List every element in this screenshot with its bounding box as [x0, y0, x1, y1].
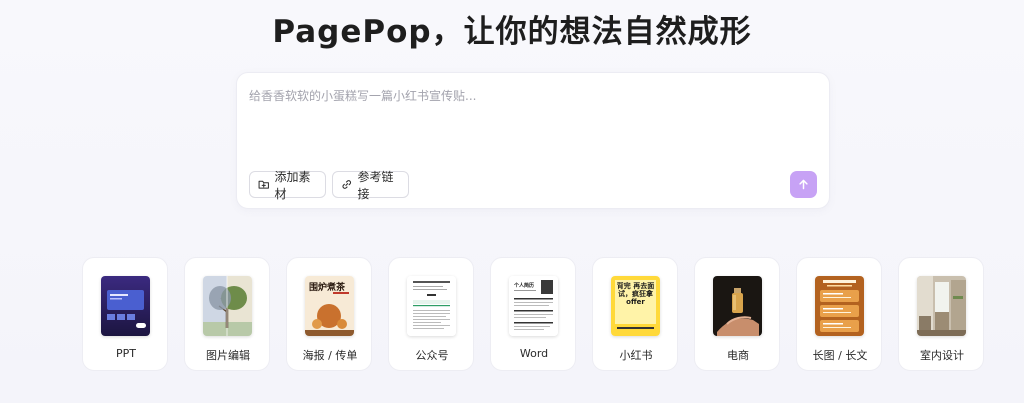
category-card-word[interactable]: 个人简历 Word — [490, 257, 576, 371]
category-label: 长图 / 长文 — [812, 349, 868, 362]
thumb-text: 背完 再去面试，疯狂拿 offer — [616, 282, 655, 306]
category-label: 海报 / 传单 — [302, 349, 358, 362]
thumb-text: 围炉煮茶 — [309, 281, 346, 293]
category-label: PPT — [116, 347, 136, 360]
category-label: 室内设计 — [920, 349, 964, 362]
category-label: 小红书 — [619, 349, 653, 362]
page-title: PagePop，让你的想法自然成形 — [272, 14, 752, 50]
prompt-composer: 添加素材 参考链接 — [236, 72, 830, 209]
send-button[interactable] — [790, 171, 817, 198]
category-card-ppt[interactable]: PPT — [82, 257, 168, 371]
category-card-wechat-article[interactable]: 公众号 — [388, 257, 474, 371]
add-material-button[interactable]: 添加素材 — [249, 170, 326, 201]
resume-thumbnail: 个人简历 — [509, 276, 558, 336]
link-icon — [342, 180, 352, 189]
category-card-long-image[interactable]: 长图 / 长文 — [796, 257, 882, 371]
category-card-interior-design[interactable]: 室内设计 — [898, 257, 984, 371]
tree-thumbnail — [203, 276, 252, 336]
tea-poster-thumbnail: 围炉煮茶 — [305, 276, 354, 336]
category-label: 电商 — [727, 349, 749, 362]
article-thumbnail — [407, 276, 456, 336]
interior-thumbnail — [917, 276, 966, 336]
category-card-poster[interactable]: 围炉煮茶 海报 / 传单 — [286, 257, 372, 371]
reference-link-label: 参考链接 — [357, 169, 394, 201]
category-cards: PPT 图片编辑 围炉煮茶 海报 / 传单 公众号 个人简历 Word 背完 再… — [82, 257, 986, 373]
long-image-thumbnail — [815, 276, 864, 336]
thumb-text: 个人简历 — [513, 282, 534, 289]
category-card-ecommerce[interactable]: 电商 — [694, 257, 780, 371]
prompt-input[interactable] — [249, 87, 815, 157]
category-label: 图片编辑 — [206, 349, 250, 362]
arrow-up-icon — [799, 179, 808, 190]
category-card-image-edit[interactable]: 图片编辑 — [184, 257, 270, 371]
add-material-label: 添加素材 — [274, 169, 311, 201]
category-card-xiaohongshu[interactable]: 背完 再去面试，疯狂拿 offer 小红书 — [592, 257, 678, 371]
perfume-thumbnail — [713, 276, 762, 336]
category-label: 公众号 — [415, 349, 449, 362]
ppt-thumbnail — [101, 276, 150, 336]
xiaohongshu-thumbnail: 背完 再去面试，疯狂拿 offer — [611, 276, 660, 336]
reference-link-button[interactable]: 参考链接 — [332, 170, 409, 201]
page: PagePop，让你的想法自然成形 添加素材 参考链接 — [0, 0, 1024, 403]
folder-plus-icon — [258, 180, 269, 189]
category-label: Word — [519, 347, 549, 360]
